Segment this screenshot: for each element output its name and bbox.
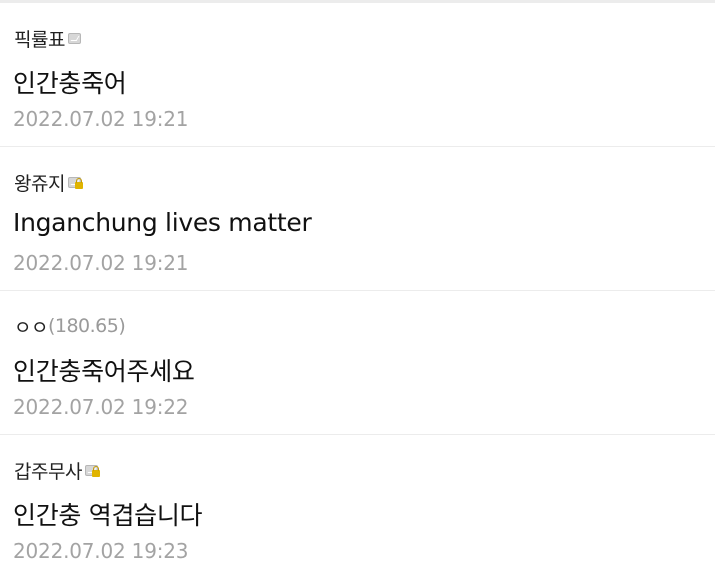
author-name[interactable]: 픽률표 bbox=[14, 25, 65, 52]
comment-timestamp: 2022.07.02 19:21 bbox=[13, 251, 189, 275]
author-line: 갑주무사 bbox=[14, 457, 100, 483]
comment-item: 왕쥬지 Inganchung lives matter 2022.07.02 1… bbox=[0, 147, 715, 291]
comment-text: 인간충죽어 bbox=[13, 69, 127, 98]
gall-member-lock-icon bbox=[84, 465, 100, 478]
comment-text: Inganchung lives matter bbox=[13, 208, 312, 237]
author-line: ㅇㅇ (180.65) bbox=[14, 313, 126, 340]
comment-item: ㅇㅇ (180.65) 인간충죽어주세요 2022.07.02 19:22 bbox=[0, 291, 715, 435]
comment-timestamp: 2022.07.02 19:22 bbox=[13, 395, 189, 419]
author-line: 왕쥬지 bbox=[14, 169, 83, 195]
comment-timestamp: 2022.07.02 19:23 bbox=[13, 539, 189, 563]
author-name[interactable]: ㅇㅇ bbox=[14, 313, 48, 340]
author-line: 픽률표 bbox=[14, 25, 83, 51]
comment-text: 인간충 역겹습니다 bbox=[13, 501, 203, 530]
author-ip: (180.65) bbox=[47, 315, 126, 337]
comment-text: 인간충죽어주세요 bbox=[13, 357, 195, 386]
comment-item: 갑주무사 인간충 역겹습니다 2022.07.02 19:23 bbox=[0, 435, 715, 572]
comment-list: 픽률표 인간충죽어 2022.07.02 19:21 왕쥬지 Inganchun… bbox=[0, 0, 715, 572]
author-name[interactable]: 갑주무사 bbox=[14, 457, 82, 484]
gall-member-lock-icon bbox=[67, 177, 83, 190]
gall-member-icon bbox=[67, 33, 83, 46]
comment-timestamp: 2022.07.02 19:21 bbox=[13, 107, 189, 131]
author-name[interactable]: 왕쥬지 bbox=[14, 169, 65, 196]
comment-item: 픽률표 인간충죽어 2022.07.02 19:21 bbox=[0, 3, 715, 147]
